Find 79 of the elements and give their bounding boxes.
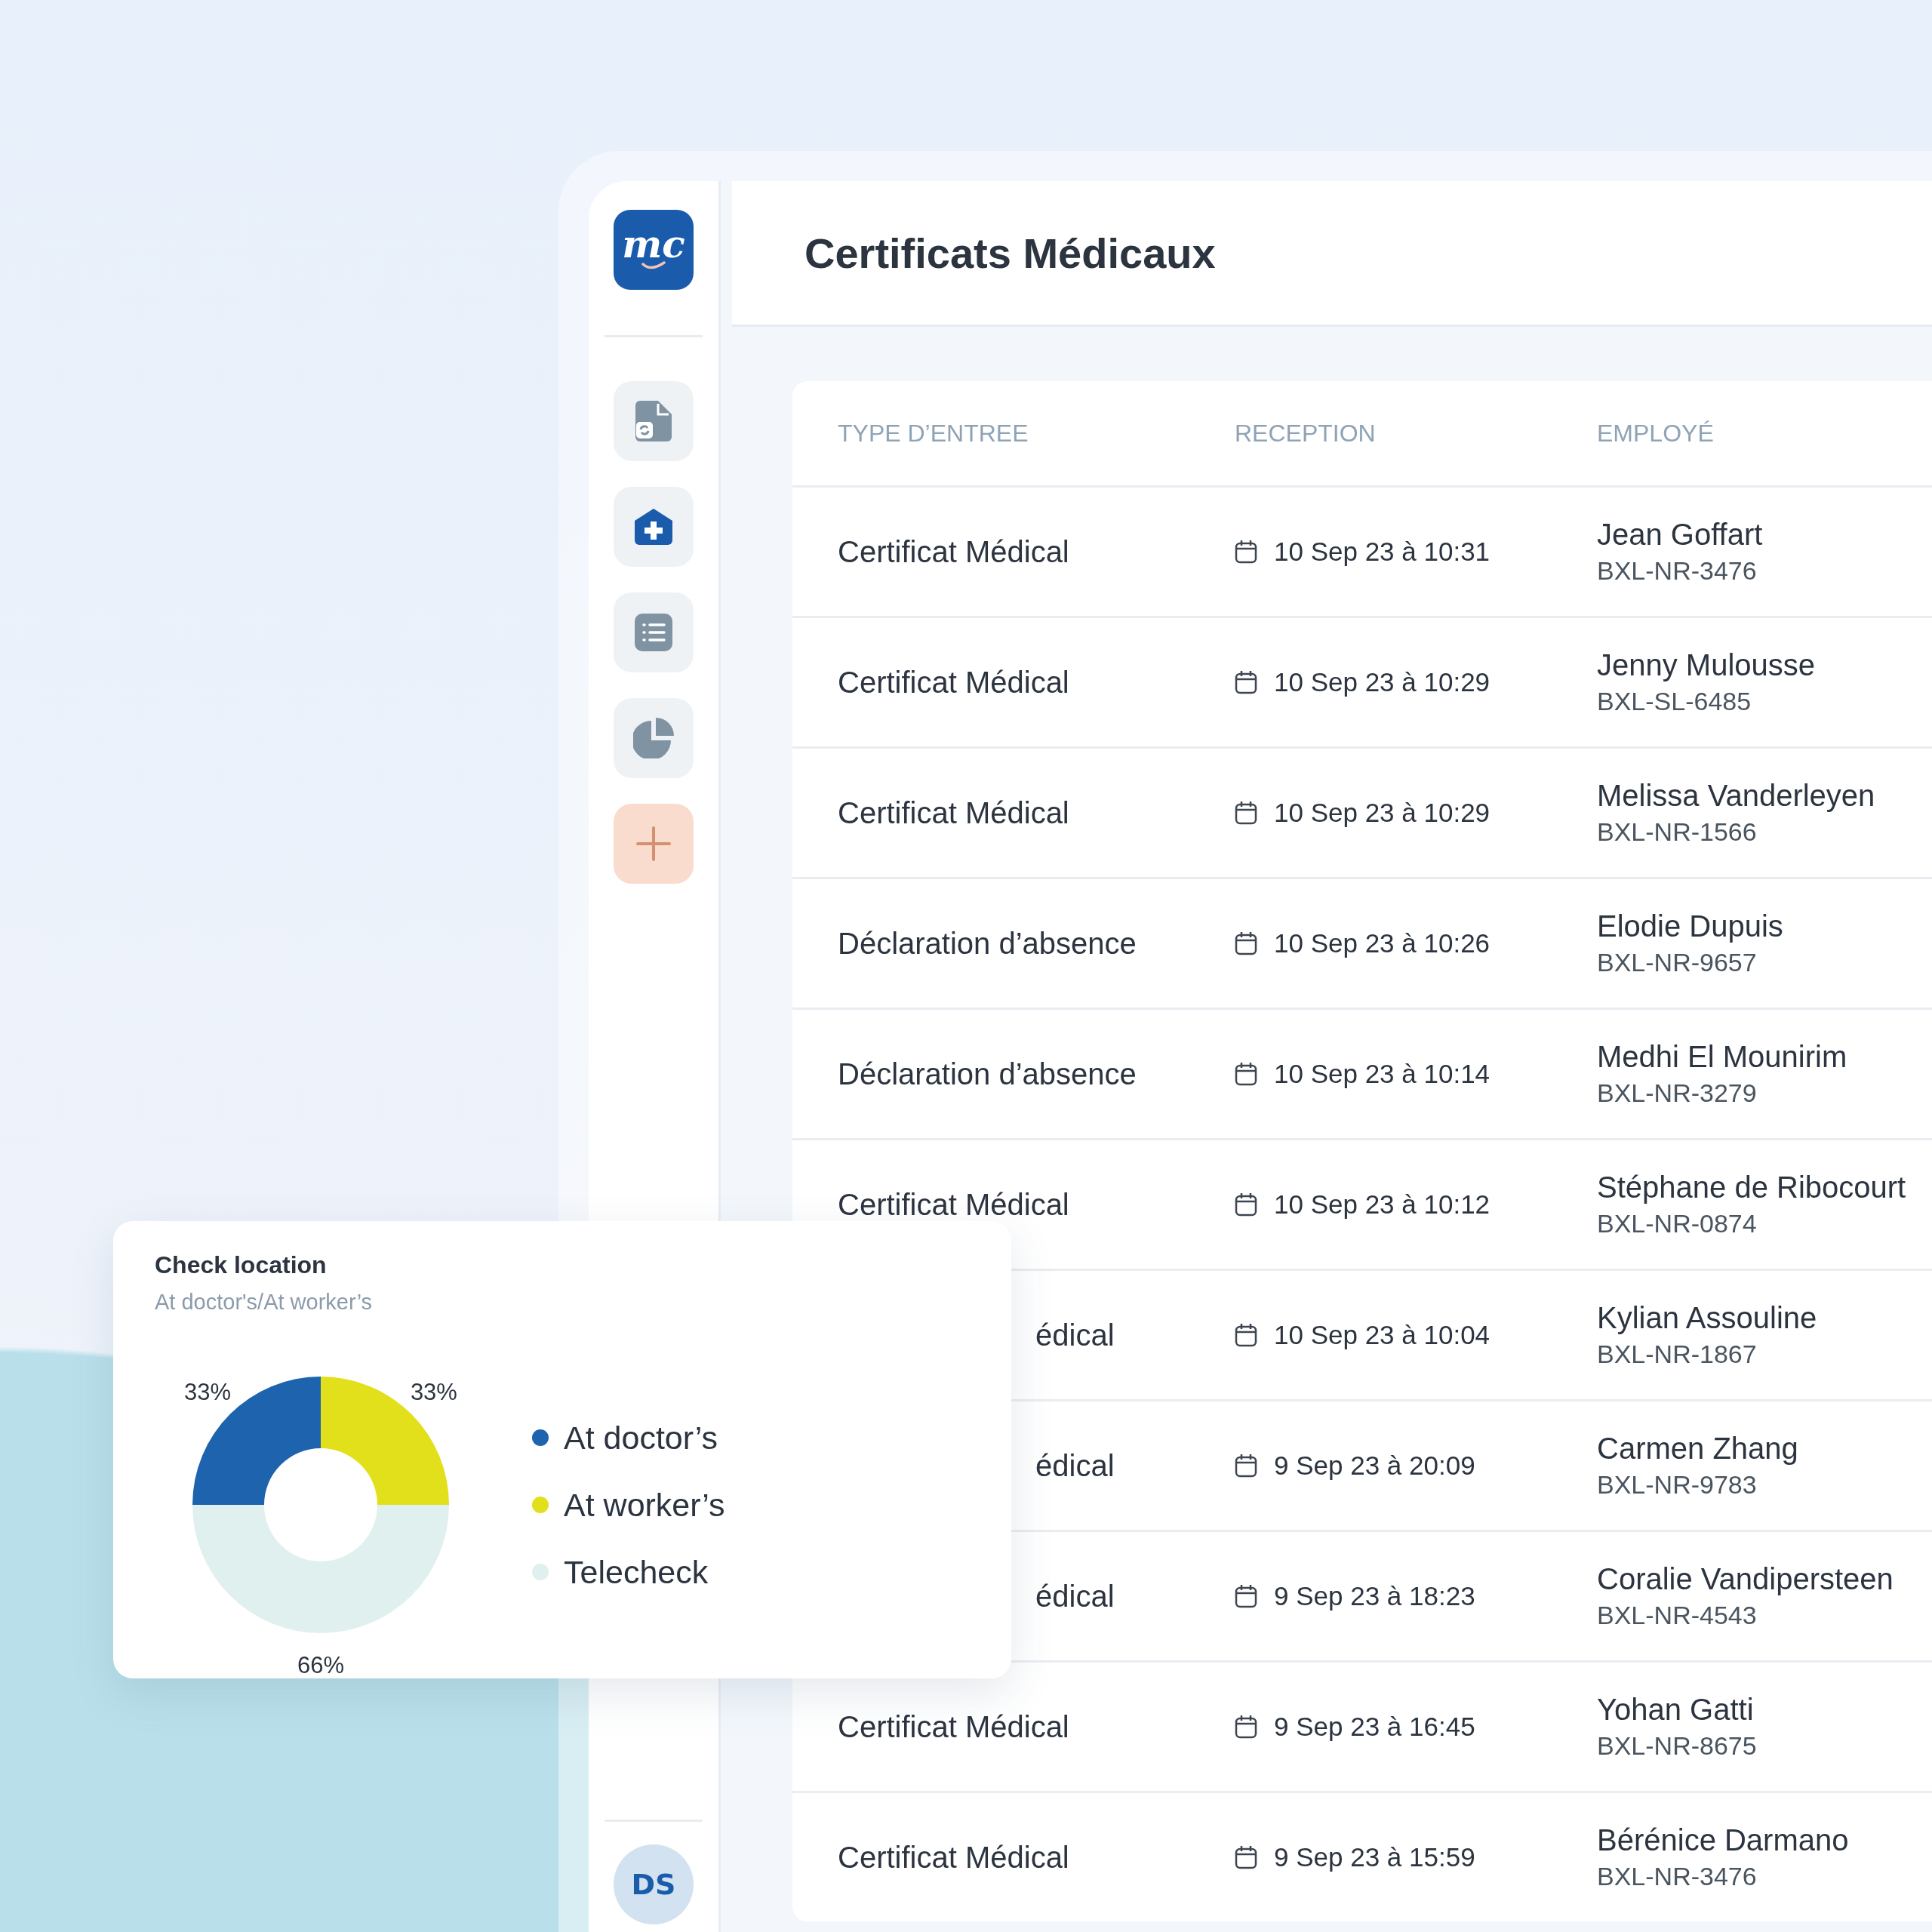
employee-name: Coralie Vandipersteen (1597, 1562, 1894, 1596)
calendar-icon (1235, 1845, 1257, 1869)
reception-date: 10 Sep 23 à 10:26 (1274, 928, 1491, 958)
plus-icon (636, 826, 671, 861)
nav-button[interactable] (614, 698, 694, 778)
entry-type: Certificat Médical (838, 795, 1069, 830)
calendar-icon (1235, 1323, 1257, 1347)
entry-type: Certificat Médical (838, 665, 1069, 700)
legend-label: At doctor’s (564, 1419, 718, 1457)
data-label: 33% (184, 1379, 232, 1406)
data-label: 33% (410, 1379, 457, 1406)
nav-button[interactable] (614, 592, 694, 672)
calendar-icon (1235, 801, 1257, 825)
employee-id: BXL-NR-9657 (1597, 948, 1758, 977)
employee-id: BXL-NR-1566 (1597, 817, 1758, 847)
entry-type: Certificat Médical (838, 1840, 1069, 1875)
employee-name: Melissa Vanderleyen (1597, 779, 1876, 813)
employee-id: BXL-NR-3279 (1597, 1078, 1758, 1108)
calendar-icon (1235, 1454, 1257, 1478)
pie-chart-icon (633, 718, 674, 758)
calendar-icon (1235, 1584, 1257, 1608)
calendar-icon (1235, 670, 1257, 694)
list-icon (635, 614, 672, 651)
employee-name: Elodie Dupuis (1597, 909, 1784, 943)
chart-subtitle: At doctor's/At worker’s (155, 1290, 374, 1315)
reception-date: 10 Sep 23 à 10:14 (1274, 1059, 1491, 1089)
calendar-icon (1235, 1192, 1257, 1217)
add-button[interactable] (614, 804, 694, 884)
employee-name: Jean Goffart (1597, 518, 1764, 552)
reception-date: 10 Sep 23 à 10:12 (1274, 1189, 1491, 1220)
medical-house-icon (635, 509, 672, 545)
entry-type: édical (1035, 1579, 1115, 1614)
calendar-icon (1235, 931, 1257, 955)
reception-date: 10 Sep 23 à 10:04 (1274, 1320, 1491, 1350)
reception-date: 9 Sep 23 à 16:45 (1274, 1712, 1475, 1742)
entry-type: Déclaration d’absence (838, 1057, 1137, 1091)
employee-name: Bérénice Darmano (1597, 1823, 1850, 1857)
entry-type: Certificat Médical (838, 534, 1069, 569)
employee-id: BXL-NR-3476 (1597, 556, 1758, 586)
employee-name: Kylian Assouline (1597, 1301, 1818, 1335)
nav-button[interactable] (614, 487, 694, 567)
employee-name: Stéphane de Ribocourt (1597, 1171, 1907, 1204)
entry-type: Déclaration d’absence (838, 926, 1137, 961)
reception-date: 9 Sep 23 à 18:23 (1274, 1581, 1475, 1611)
employee-name: Medhi El Mounirim (1597, 1040, 1848, 1074)
reception-date: 10 Sep 23 à 10:29 (1274, 667, 1491, 697)
column-header: EMPLOYÉ (1597, 419, 1715, 448)
calendar-icon (1235, 1715, 1257, 1739)
employee-name: Jenny Mulousse (1597, 648, 1817, 682)
employee-id: BXL-SL-6485 (1597, 687, 1752, 716)
calendar-icon (1235, 540, 1257, 564)
reception-date: 10 Sep 23 à 10:29 (1274, 798, 1491, 828)
column-header: RECEPTION (1235, 419, 1377, 448)
reception-date: 9 Sep 23 à 15:59 (1274, 1842, 1475, 1872)
data-label: 66% (297, 1652, 344, 1678)
employee-id: BXL-NR-9783 (1597, 1470, 1758, 1500)
legend-label: Telecheck (564, 1553, 709, 1591)
document-sync-icon (635, 401, 672, 441)
app-logo: mc (614, 210, 694, 290)
employee-name: Carmen Zhang (1597, 1432, 1799, 1466)
legend-label: At worker’s (564, 1486, 725, 1524)
page-title: Certificats Médicaux (804, 228, 1216, 278)
entry-type: Certificat Médical (838, 1187, 1069, 1222)
employee-id: BXL-NR-1867 (1597, 1340, 1758, 1369)
employee-id: BXL-NR-3476 (1597, 1862, 1758, 1891)
reception-date: 10 Sep 23 à 10:31 (1274, 537, 1491, 567)
nav-button[interactable] (614, 381, 694, 461)
employee-id: BXL-NR-8675 (1597, 1731, 1758, 1761)
calendar-icon (1235, 1062, 1257, 1086)
employee-id: BXL-NR-0874 (1597, 1209, 1758, 1238)
column-header: TYPE D’ENTREE (838, 419, 1029, 448)
reception-date: 9 Sep 23 à 20:09 (1274, 1451, 1475, 1481)
user-avatar[interactable]: DS (614, 1844, 694, 1924)
employee-id: BXL-NR-4543 (1597, 1601, 1758, 1630)
chart-title: Check location (155, 1251, 328, 1279)
entry-type: édical (1035, 1448, 1115, 1483)
employee-name: Yohan Gatti (1597, 1693, 1755, 1727)
entry-type: édical (1035, 1318, 1115, 1352)
entry-type: Certificat Médical (838, 1709, 1069, 1744)
